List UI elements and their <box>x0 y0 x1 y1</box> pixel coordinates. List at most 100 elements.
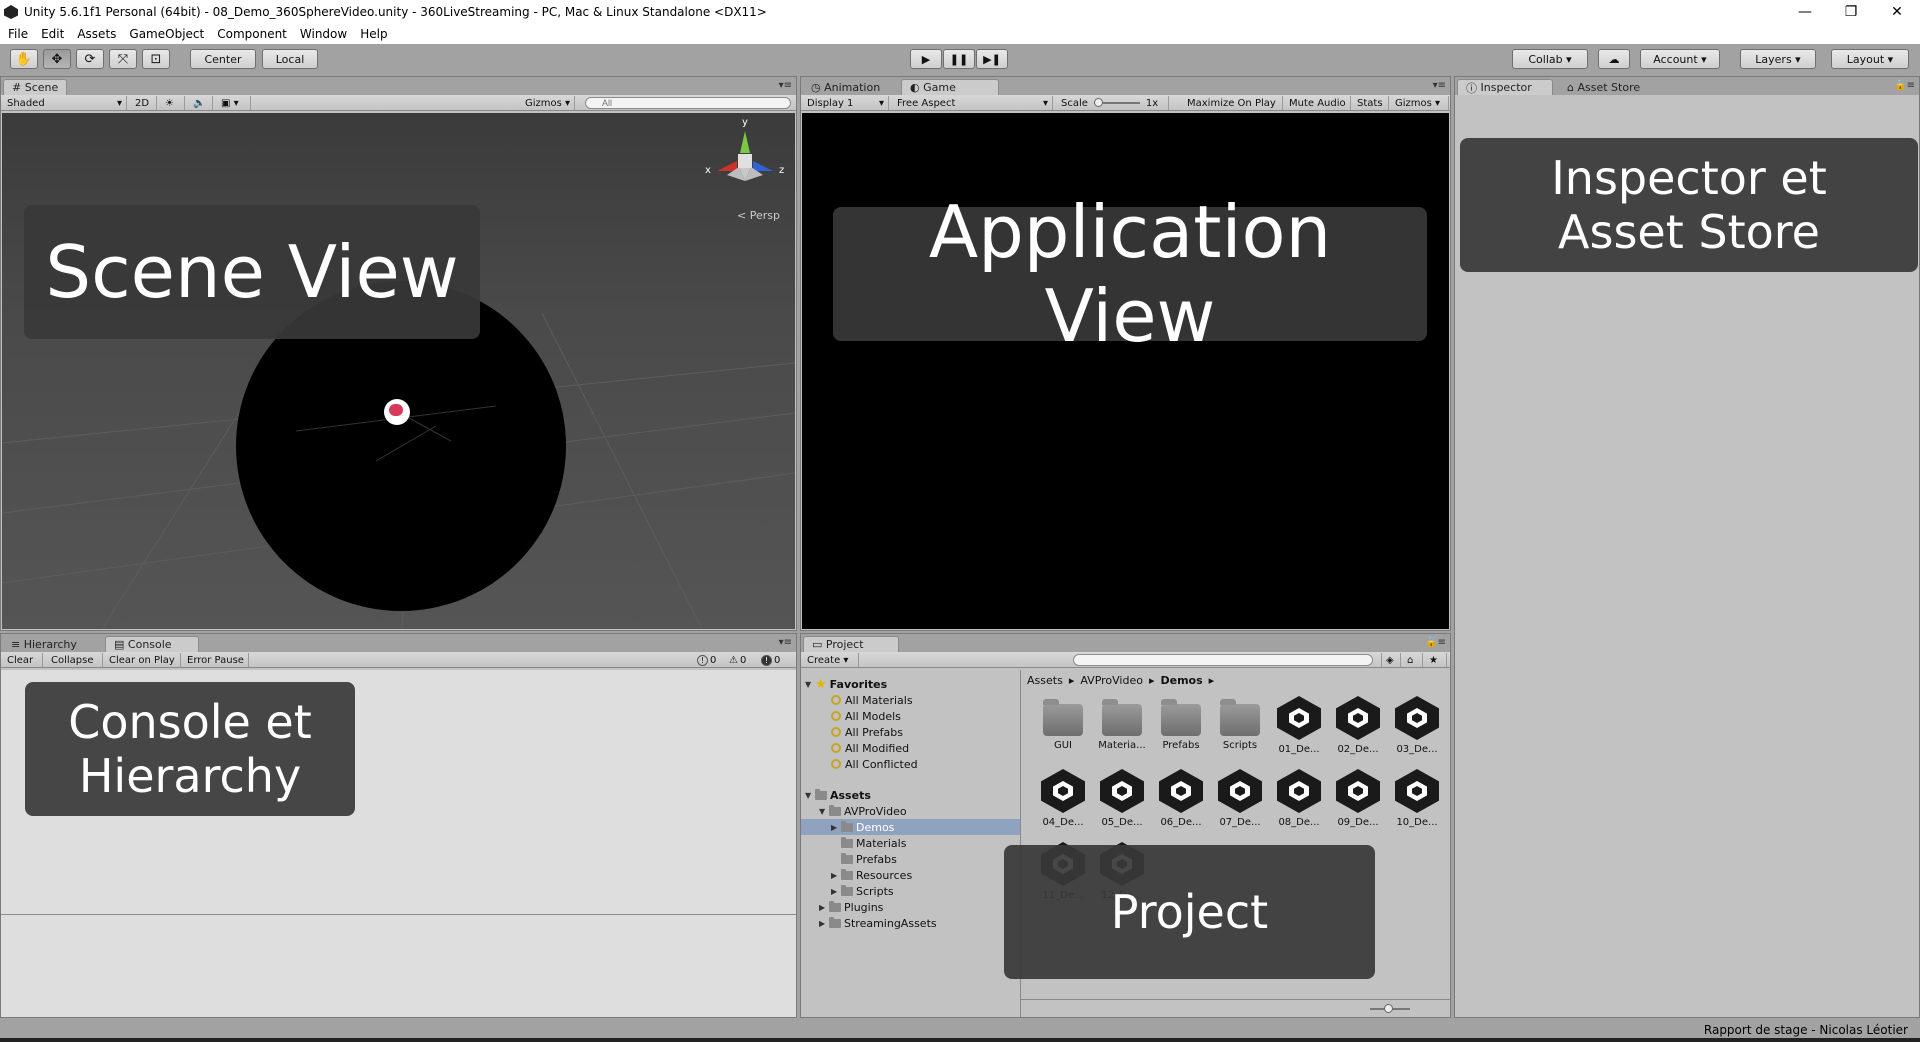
tree-item-streamingassets[interactable]: ▶ StreamingAssets <box>801 915 1020 931</box>
asset-scene[interactable]: 09_De... <box>1330 769 1386 835</box>
favorite-all-modified[interactable]: All Modified <box>801 740 1020 756</box>
info-counter[interactable]: ! 0 <box>697 653 716 667</box>
icon-size-thumb[interactable] <box>1384 1004 1393 1013</box>
fold-toggle[interactable]: ▶ <box>831 871 841 880</box>
rotate-tool-button[interactable]: ⟳ <box>76 49 104 69</box>
clear-button[interactable]: Clear <box>3 653 43 667</box>
project-search-input[interactable] <box>1073 654 1373 666</box>
pause-button[interactable]: ❚❚ <box>943 49 975 69</box>
hand-tool-button[interactable]: ✋ <box>10 49 38 69</box>
asset-scene[interactable]: 02_De... <box>1330 696 1386 762</box>
menu-window[interactable]: Window <box>300 27 347 41</box>
tree-item-scripts[interactable]: ▶ Scripts <box>801 883 1020 899</box>
lock-menu-icon[interactable]: 🔒≡ <box>1894 80 1915 91</box>
asset-folder[interactable]: GUI <box>1035 696 1091 762</box>
menu-component[interactable]: Component <box>217 27 287 41</box>
error-counter[interactable]: ! 0 <box>761 653 780 667</box>
tab-project[interactable]: ▭ Project <box>803 636 899 652</box>
favorite-all-conflicted[interactable]: All Conflicted <box>801 756 1020 772</box>
favorites-button[interactable]: ★ <box>1425 653 1447 667</box>
restore-button[interactable]: ❐ <box>1828 0 1874 24</box>
clear-on-play-toggle[interactable]: Clear on Play <box>105 653 181 667</box>
mode-2d-toggle[interactable]: 2D <box>131 96 157 110</box>
menu-file[interactable]: File <box>8 27 28 41</box>
lighting-toggle[interactable]: ☀ <box>161 96 185 110</box>
favorite-all-prefabs[interactable]: All Prefabs <box>801 724 1020 740</box>
scale-tool-button[interactable]: ⤧ <box>109 49 137 69</box>
display-dropdown[interactable]: Display 1 ▾ <box>803 96 889 110</box>
asset-scene[interactable]: 04_De... <box>1035 769 1091 835</box>
shading-dropdown[interactable]: Shaded ▾ <box>3 96 127 110</box>
asset-scene[interactable]: 07_De... <box>1212 769 1268 835</box>
breadcrumb-assets[interactable]: Assets <box>1027 674 1063 687</box>
panel-menu-icon[interactable]: ▾≡ <box>779 80 792 91</box>
favorites-header[interactable]: ▼ ★ Favorites <box>801 676 1020 692</box>
tab-game[interactable]: ◐ Game <box>901 79 999 95</box>
console-divider[interactable] <box>1 914 796 915</box>
scene-search-input[interactable] <box>585 97 791 109</box>
fold-toggle[interactable]: ▶ <box>819 919 829 928</box>
fold-toggle[interactable]: ▼ <box>819 807 829 816</box>
scale-slider[interactable]: Scale 1x <box>1057 96 1169 110</box>
tree-item-avprovideo[interactable]: ▼ AVProVideo <box>801 803 1020 819</box>
asset-scene[interactable]: 06_De... <box>1153 769 1209 835</box>
collab-button[interactable]: Collab ▾ <box>1512 49 1588 69</box>
error-pause-toggle[interactable]: Error Pause <box>183 653 249 667</box>
tree-item-materials[interactable]: Materials <box>801 835 1020 851</box>
menu-edit[interactable]: Edit <box>41 27 64 41</box>
step-button[interactable]: ▶❚ <box>976 49 1008 69</box>
maximize-on-play-toggle[interactable]: Maximize On Play <box>1183 96 1283 110</box>
search-by-type-button[interactable]: ◈ <box>1381 653 1401 667</box>
favorite-all-models[interactable]: All Models <box>801 708 1020 724</box>
tree-item-resources[interactable]: ▶ Resources <box>801 867 1020 883</box>
asset-folder[interactable]: Scripts <box>1212 696 1268 762</box>
asset-scene[interactable]: 05_De... <box>1094 769 1150 835</box>
asset-scene[interactable]: 08_De... <box>1271 769 1327 835</box>
effects-dropdown[interactable]: ▣ ▾ <box>217 96 251 110</box>
aspect-dropdown[interactable]: Free Aspect ▾ <box>893 96 1053 110</box>
tab-console[interactable]: ▤ Console <box>105 636 199 652</box>
assets-root[interactable]: ▼ Assets <box>801 787 1020 803</box>
create-dropdown[interactable]: Create ▾ <box>803 653 859 667</box>
asset-scene[interactable]: 03_De... <box>1389 696 1445 762</box>
close-button[interactable]: ✕ <box>1874 0 1920 24</box>
menu-gameobject[interactable]: GameObject <box>129 27 204 41</box>
tree-item-prefabs[interactable]: Prefabs <box>801 851 1020 867</box>
tab-hierarchy[interactable]: ≡ Hierarchy <box>3 636 103 652</box>
tab-scene[interactable]: # Scene <box>3 79 67 95</box>
minimize-button[interactable]: — <box>1782 0 1828 24</box>
pivot-center-toggle[interactable]: Center <box>190 49 256 69</box>
tree-item-demos[interactable]: ▶ Demos <box>801 819 1020 835</box>
breadcrumb-avprovideo[interactable]: AVProVideo <box>1080 674 1143 687</box>
account-dropdown[interactable]: Account ▾ <box>1640 49 1720 69</box>
mute-audio-toggle[interactable]: Mute Audio <box>1285 96 1351 110</box>
layers-dropdown[interactable]: Layers ▾ <box>1740 49 1816 69</box>
lock-menu-icon[interactable]: 🔒≡ <box>1425 637 1446 648</box>
stats-toggle[interactable]: Stats <box>1353 96 1389 110</box>
persp-label[interactable]: < Persp <box>737 209 780 222</box>
asset-scene[interactable]: 01_De... <box>1271 696 1327 762</box>
audio-toggle[interactable]: 🔈 <box>189 96 213 110</box>
favorite-all-materials[interactable]: All Materials <box>801 692 1020 708</box>
panel-menu-icon[interactable]: ▾≡ <box>1433 80 1446 91</box>
fold-toggle[interactable]: ▶ <box>831 823 841 832</box>
menu-assets[interactable]: Assets <box>77 27 116 41</box>
tab-animation[interactable]: ◷ Animation <box>803 79 899 95</box>
cloud-button[interactable]: ☁ <box>1598 49 1630 69</box>
game-gizmos-dropdown[interactable]: Gizmos ▾ <box>1391 96 1449 110</box>
rect-tool-button[interactable]: ⊡ <box>142 49 170 69</box>
breadcrumb-demos[interactable]: Demos <box>1161 674 1203 687</box>
tab-asset-store[interactable]: ⌂ Asset Store <box>1559 79 1669 95</box>
orientation-gizmo[interactable]: y x z < Persp <box>705 117 785 222</box>
warning-counter[interactable]: ⚠ 0 <box>729 653 746 667</box>
tree-item-plugins[interactable]: ▶ Plugins <box>801 899 1020 915</box>
asset-scene[interactable]: 10_De... <box>1389 769 1445 835</box>
asset-folder[interactable]: Prefabs <box>1153 696 1209 762</box>
scene-gizmos-dropdown[interactable]: Gizmos ▾ <box>521 96 575 110</box>
scene-viewport[interactable]: y x z < Persp <box>2 113 795 629</box>
collapse-toggle[interactable]: Collapse <box>47 653 103 667</box>
play-button[interactable]: ▶ <box>910 49 942 69</box>
move-tool-button[interactable]: ✥ <box>43 49 71 69</box>
tab-inspector[interactable]: ⓘ Inspector <box>1457 79 1553 95</box>
fold-toggle[interactable]: ▶ <box>819 903 829 912</box>
